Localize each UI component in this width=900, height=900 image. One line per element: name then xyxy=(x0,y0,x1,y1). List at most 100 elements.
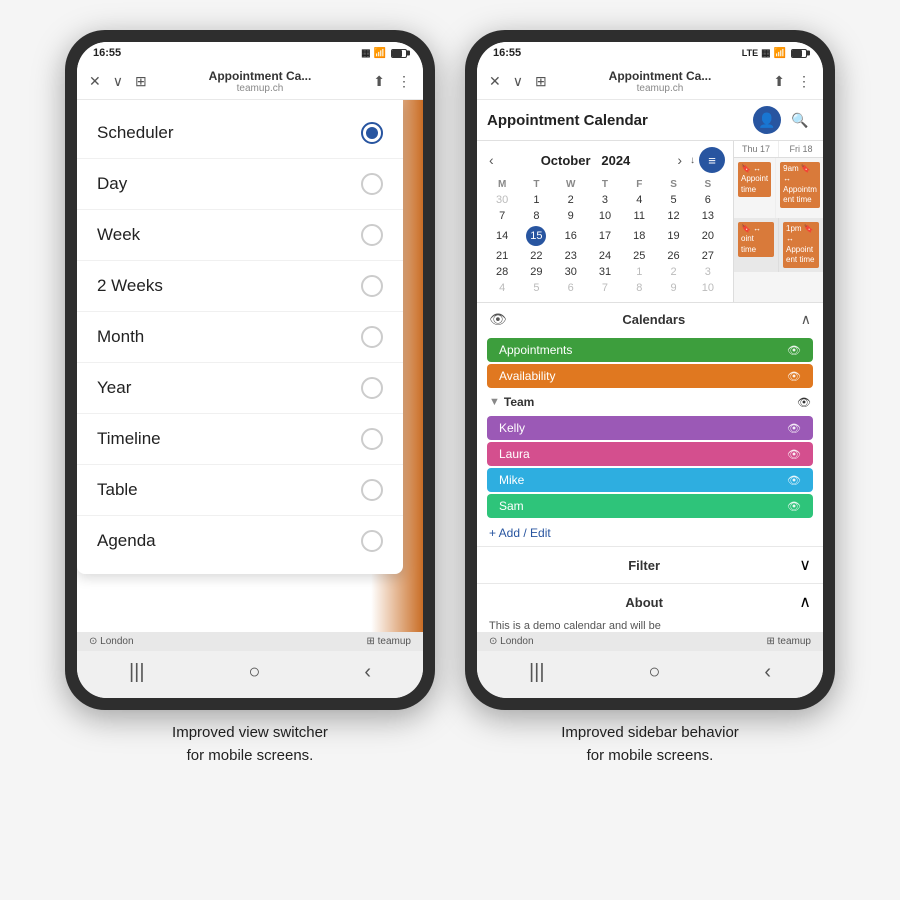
cal-day-0-6[interactable]: 6 xyxy=(691,192,725,208)
cal-day-2-1[interactable]: 15 xyxy=(519,224,553,248)
view-item-day[interactable]: Day xyxy=(77,159,403,210)
cal-day-0-3[interactable]: 3 xyxy=(588,192,622,208)
radio-table xyxy=(361,479,383,501)
view-item-agenda[interactable]: Agenda xyxy=(77,516,403,566)
right-nav-home[interactable]: ○ xyxy=(648,661,660,684)
cal-day-1-2[interactable]: 9 xyxy=(554,208,588,224)
left-down-btn[interactable]: ∨ xyxy=(111,71,125,92)
left-browser-bar: ✕ ∨ ⊞ Appointment Ca... teamup.ch ⬆ ⋮ xyxy=(77,64,423,100)
cal-mike[interactable]: Mike 👁 xyxy=(487,468,813,492)
cal-sam[interactable]: Sam 👁 xyxy=(487,494,813,518)
right-footer-logo: ⊞ teamup xyxy=(766,636,811,647)
cal-team-header[interactable]: ▼ Team 👁 xyxy=(477,390,823,414)
left-share-icon[interactable]: ⬆ xyxy=(371,71,387,92)
view-mode-btn[interactable]: ≡ xyxy=(699,147,725,173)
cal-laura[interactable]: Laura 👁 xyxy=(487,442,813,466)
right-bottom-nav: ||| ○ ‹ xyxy=(477,651,823,698)
cal-day-4-2[interactable]: 30 xyxy=(554,264,588,280)
cal-day-3-6[interactable]: 27 xyxy=(691,248,725,264)
view-item-scheduler[interactable]: Scheduler xyxy=(77,108,403,159)
calendars-eye-icon[interactable]: 👁 xyxy=(489,311,507,328)
user-avatar[interactable]: 👤 xyxy=(753,106,781,134)
cal-appointments[interactable]: Appointments 👁 xyxy=(487,338,813,362)
left-nav-home[interactable]: ○ xyxy=(248,661,260,684)
left-more-icon[interactable]: ⋮ xyxy=(395,71,413,92)
view-item-week[interactable]: Week xyxy=(77,210,403,261)
cal-day-0-1[interactable]: 1 xyxy=(519,192,553,208)
cal-day-4-6[interactable]: 3 xyxy=(691,264,725,280)
cal-day-3-5[interactable]: 26 xyxy=(656,248,690,264)
app-title: Appointment Calendar xyxy=(487,112,648,129)
week-events-row1: 🔖 ↔Appointtime 9am 🔖 ↔Appointment time xyxy=(734,158,823,218)
cal-day-5-0[interactable]: 4 xyxy=(485,280,519,296)
cal-day-2-6[interactable]: 20 xyxy=(691,224,725,248)
right-nav-back[interactable]: ‹ xyxy=(764,661,771,684)
right-back-btn[interactable]: ✕ xyxy=(487,71,503,92)
cal-day-3-4[interactable]: 25 xyxy=(622,248,656,264)
cal-day-1-0[interactable]: 7 xyxy=(485,208,519,224)
right-status-icons: LTE ▦ 📶 xyxy=(742,48,807,59)
cal-day-1-1[interactable]: 8 xyxy=(519,208,553,224)
right-screen: Appointment Calendar 👤 🔍 ‹ October xyxy=(477,100,823,651)
mini-calendar: ‹ October 2024 › ↓ ≡ M T xyxy=(477,141,733,302)
view-item-2weeks[interactable]: 2 Weeks xyxy=(77,261,403,312)
cal-day-5-1[interactable]: 5 xyxy=(519,280,553,296)
calendars-collapse-icon[interactable]: ∧ xyxy=(801,311,811,328)
cal-day-4-1[interactable]: 29 xyxy=(519,264,553,280)
right-share-icon[interactable]: ⬆ xyxy=(771,71,787,92)
cal-day-2-5[interactable]: 19 xyxy=(656,224,690,248)
prev-month-btn[interactable]: ‹ xyxy=(485,152,498,168)
cal-day-2-2[interactable]: 16 xyxy=(554,224,588,248)
cal-day-5-2[interactable]: 6 xyxy=(554,280,588,296)
view-item-year[interactable]: Year xyxy=(77,363,403,414)
cal-day-2-3[interactable]: 17 xyxy=(588,224,622,248)
right-nav-apps[interactable]: ||| xyxy=(529,661,545,684)
view-item-month[interactable]: Month xyxy=(77,312,403,363)
week-day-thu-label: Thu 17 xyxy=(742,144,770,154)
cal-kelly-eye: 👁 xyxy=(787,422,801,435)
left-back-btn[interactable]: ✕ xyxy=(87,71,103,92)
cal-day-2-0[interactable]: 14 xyxy=(485,224,519,248)
cal-day-4-5[interactable]: 2 xyxy=(656,264,690,280)
cal-kelly[interactable]: Kelly 👁 xyxy=(487,416,813,440)
right-controls-icon[interactable]: ⊞ xyxy=(533,71,549,92)
left-caption-line2: for mobile screens. xyxy=(187,747,314,764)
cal-day-4-0[interactable]: 28 xyxy=(485,264,519,280)
cal-day-0-5[interactable]: 5 xyxy=(656,192,690,208)
left-controls-icon[interactable]: ⊞ xyxy=(133,71,149,92)
next-month-btn[interactable]: › xyxy=(673,152,686,168)
cal-day-1-4[interactable]: 11 xyxy=(622,208,656,224)
cal-day-2-4[interactable]: 18 xyxy=(622,224,656,248)
view-item-timeline[interactable]: Timeline xyxy=(77,414,403,465)
cal-day-3-2[interactable]: 23 xyxy=(554,248,588,264)
expand-icon[interactable]: ↓ xyxy=(690,155,695,166)
cal-day-4-4[interactable]: 1 xyxy=(622,264,656,280)
cal-day-5-6[interactable]: 10 xyxy=(691,280,725,296)
add-edit-btn[interactable]: + Add / Edit xyxy=(477,520,823,546)
left-nav-apps[interactable]: ||| xyxy=(129,661,145,684)
cal-day-3-1[interactable]: 22 xyxy=(519,248,553,264)
cal-day-5-5[interactable]: 9 xyxy=(656,280,690,296)
about-header[interactable]: About ∧ xyxy=(489,592,811,612)
cal-day-0-4[interactable]: 4 xyxy=(622,192,656,208)
cal-day-0-0[interactable]: 30 xyxy=(485,192,519,208)
cal-day-1-5[interactable]: 12 xyxy=(656,208,690,224)
right-caption: Improved sidebar behavior for mobile scr… xyxy=(561,722,739,767)
week-event-fri-2: 1pm 🔖 ↔Appointent time xyxy=(783,222,819,268)
cal-day-3-3[interactable]: 24 xyxy=(588,248,622,264)
cal-day-5-4[interactable]: 8 xyxy=(622,280,656,296)
search-button[interactable]: 🔍 xyxy=(787,107,813,133)
cal-day-3-0[interactable]: 21 xyxy=(485,248,519,264)
cal-day-1-3[interactable]: 10 xyxy=(588,208,622,224)
cal-availability[interactable]: Availability 👁 xyxy=(487,364,813,388)
cal-day-5-3[interactable]: 7 xyxy=(588,280,622,296)
right-down-btn[interactable]: ∨ xyxy=(511,71,525,92)
filter-header[interactable]: Filter ∨ xyxy=(489,555,811,575)
cal-laura-eye: 👁 xyxy=(787,448,801,461)
cal-day-1-6[interactable]: 13 xyxy=(691,208,725,224)
view-item-table[interactable]: Table xyxy=(77,465,403,516)
right-more-icon[interactable]: ⋮ xyxy=(795,71,813,92)
cal-day-4-3[interactable]: 31 xyxy=(588,264,622,280)
cal-day-0-2[interactable]: 2 xyxy=(554,192,588,208)
left-nav-back[interactable]: ‹ xyxy=(364,661,371,684)
